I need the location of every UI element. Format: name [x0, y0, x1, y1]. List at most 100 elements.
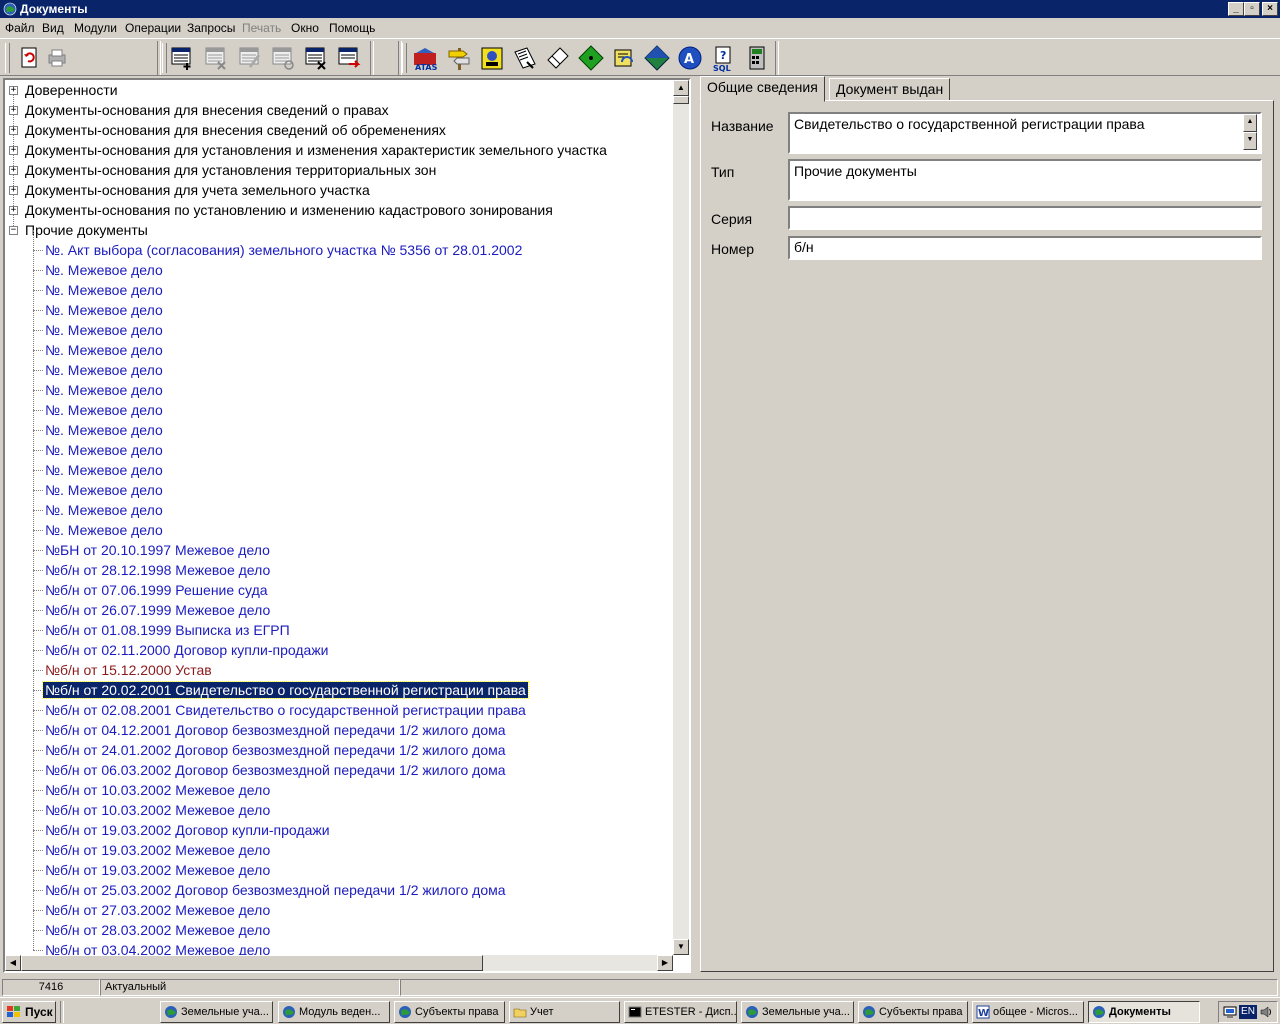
tree-document-item[interactable]: №БН от 20.10.1997 Межевое дело — [43, 540, 272, 560]
map-diamond-icon[interactable] — [643, 44, 671, 72]
toolbar-grip[interactable] — [402, 43, 407, 73]
expand-toggle-icon[interactable]: + — [9, 126, 18, 135]
document-tree[interactable]: + Доверенности + Документы-основания для вн… — [3, 78, 691, 973]
taskbar-button[interactable]: Модуль веден... — [278, 1001, 390, 1023]
tree-document-item[interactable]: №б/н от 07.06.1999 Решение суда — [43, 580, 270, 600]
tab-general[interactable]: Общие сведения — [700, 76, 825, 102]
close-button[interactable]: × — [1262, 2, 1278, 16]
tree-document-item[interactable]: №. Межевое дело — [43, 500, 165, 520]
tree-document-item[interactable]: №б/н от 26.07.1999 Межевое дело — [43, 600, 272, 620]
tree-group-row[interactable]: + Документы-основания для установления те… — [5, 160, 665, 180]
tree-document-item[interactable]: №. Межевое дело — [43, 400, 165, 420]
expand-toggle-icon[interactable]: + — [9, 146, 18, 155]
tree-document-item[interactable]: №б/н от 27.03.2002 Межевое дело — [43, 900, 272, 920]
tree-document-item[interactable]: №б/н от 19.03.2002 Межевое дело — [43, 860, 272, 880]
taskbar-button[interactable]: Субъекты права — [394, 1001, 505, 1023]
tree-document-item[interactable]: №. Межевое дело — [43, 260, 165, 280]
tree-document-item[interactable]: №б/н от 02.11.2000 Договор купли-продажи — [43, 640, 331, 660]
scroll-down-button[interactable]: ▼ — [673, 939, 689, 955]
tree-document-item[interactable]: №. Межевое дело — [43, 420, 165, 440]
tree-document-item[interactable]: №б/н от 24.01.2002 Договор безвозмездной… — [43, 740, 508, 760]
eraser-icon[interactable] — [544, 44, 572, 72]
start-button[interactable]: Пуск — [2, 1001, 56, 1023]
scroll-right-button[interactable]: ▶ — [657, 955, 673, 971]
tree-group-row[interactable]: + Документы-основания для установления и … — [5, 140, 665, 160]
taskbar-button[interactable]: Учет — [509, 1001, 620, 1023]
tree-document-item[interactable]: №б/н от 02.08.2001 Свидетельство о госуд… — [43, 700, 528, 720]
view-record-icon[interactable] — [269, 44, 297, 72]
scroll-left-button[interactable]: ◀ — [5, 955, 21, 971]
menu-3[interactable]: Модули — [74, 21, 117, 35]
calculator-icon[interactable] — [743, 44, 771, 72]
tree-group-row[interactable]: + Доверенности — [5, 80, 665, 100]
signpost-icon[interactable] — [445, 44, 473, 72]
menu-1[interactable]: Файл — [5, 21, 35, 35]
tree-document-item[interactable]: №. Межевое дело — [43, 300, 165, 320]
restore-button[interactable]: ▫ — [1244, 2, 1260, 16]
tree-document-item[interactable]: №б/н от 20.02.2001 Свидетельство о госуд… — [42, 680, 529, 700]
tree-document-item[interactable]: №б/н от 25.03.2002 Договор безвозмездной… — [43, 880, 508, 900]
tree-group-row[interactable]: − Прочие документы — [5, 220, 665, 240]
tray-monitor-icon[interactable] — [1223, 1005, 1237, 1019]
print-icon[interactable] — [43, 44, 71, 72]
taskbar-button[interactable]: ETESTER - Дисп... — [624, 1001, 737, 1023]
tree-document-item[interactable]: №б/н от 06.03.2002 Договор безвозмездной… — [43, 760, 508, 780]
compass-icon[interactable]: A — [676, 44, 704, 72]
series-input[interactable] — [788, 206, 1262, 230]
delete-record-icon[interactable] — [202, 44, 230, 72]
expand-toggle-icon[interactable]: + — [9, 186, 18, 195]
minimize-button[interactable]: _ — [1228, 2, 1244, 16]
tree-document-item[interactable]: №б/н от 19.03.2002 Договор купли-продажи — [43, 820, 332, 840]
tree-document-item[interactable]: №б/н от 04.12.2001 Договор безвозмездной… — [43, 720, 508, 740]
tree-document-item[interactable]: №б/н от 01.08.1999 Выписка из ЕГРП — [43, 620, 292, 640]
number-input[interactable]: б/н — [788, 236, 1262, 260]
name-field[interactable]: Свидетельство о государственной регистра… — [788, 112, 1262, 154]
edit-record-icon[interactable] — [236, 44, 264, 72]
name-scroll-down[interactable]: ▼ — [1243, 132, 1257, 150]
tree-group-row[interactable]: + Документы-основания для внесения сведен… — [5, 100, 665, 120]
taskbar-button[interactable]: Субъекты права — [858, 1001, 968, 1023]
tree-vscroll-thumb[interactable] — [673, 96, 689, 104]
expand-toggle-icon[interactable]: + — [9, 166, 18, 175]
tree-document-item[interactable]: №б/н от 28.03.2002 Межевое дело — [43, 920, 272, 940]
taskbar-button[interactable]: Документы — [1088, 1001, 1200, 1023]
expand-toggle-icon[interactable]: + — [9, 206, 18, 215]
taskbar-button[interactable]: Wобщее - Micros... — [972, 1001, 1084, 1023]
tree-document-item[interactable]: №б/н от 10.03.2002 Межевое дело — [43, 800, 272, 820]
tree-document-item[interactable]: №. Межевое дело — [43, 380, 165, 400]
toolbar-grip[interactable] — [162, 43, 167, 73]
contacts-icon[interactable] — [478, 44, 506, 72]
tree-document-item[interactable]: №. Межевое дело — [43, 280, 165, 300]
menu-5[interactable]: Запросы — [187, 21, 235, 35]
tray-speaker-icon[interactable] — [1259, 1005, 1273, 1019]
tree-vscroll-track[interactable] — [673, 80, 689, 955]
expand-toggle-icon[interactable]: − — [9, 226, 18, 235]
tab-issued-by[interactable]: Документ выдан — [829, 78, 951, 101]
tree-document-item[interactable]: №. Межевое дело — [43, 340, 165, 360]
menu-4[interactable]: Операции — [125, 21, 181, 35]
refresh-note-icon[interactable] — [610, 44, 638, 72]
tree-document-item[interactable]: №. Межевое дело — [43, 520, 165, 540]
atlas-icon[interactable]: ATAS — [411, 44, 439, 72]
documents-icon[interactable] — [511, 44, 539, 72]
tree-document-item[interactable]: №б/н от 19.03.2002 Межевое дело — [43, 840, 272, 860]
tree-document-item[interactable]: №. Межевое дело — [43, 460, 165, 480]
tree-document-item[interactable]: №. Межевое дело — [43, 360, 165, 380]
tree-group-row[interactable]: + Документы-основания для учета земельног… — [5, 180, 665, 200]
tree-document-item[interactable]: №б/н от 10.03.2002 Межевое дело — [43, 780, 272, 800]
expand-toggle-icon[interactable]: + — [9, 106, 18, 115]
tree-document-item[interactable]: №. Межевое дело — [43, 480, 165, 500]
taskbar-button[interactable]: Земельные уча... — [160, 1001, 273, 1023]
taskbar-button[interactable]: Земельные уча... — [741, 1001, 854, 1023]
cut-record-icon[interactable] — [302, 44, 330, 72]
toolbar-grip[interactable] — [5, 43, 10, 73]
scroll-up-button[interactable]: ▲ — [673, 80, 689, 96]
add-record-icon[interactable] — [168, 44, 196, 72]
export-record-icon[interactable] — [335, 44, 363, 72]
menu-7[interactable]: Окно — [291, 21, 319, 35]
menu-8[interactable]: Помощь — [329, 21, 375, 35]
tree-document-item[interactable]: №б/н от 15.12.2000 Устав — [43, 660, 214, 680]
menu-2[interactable]: Вид — [42, 21, 64, 35]
refresh-doc-icon[interactable] — [15, 44, 43, 72]
tree-document-item[interactable]: №б/н от 28.12.1998 Межевое дело — [43, 560, 272, 580]
